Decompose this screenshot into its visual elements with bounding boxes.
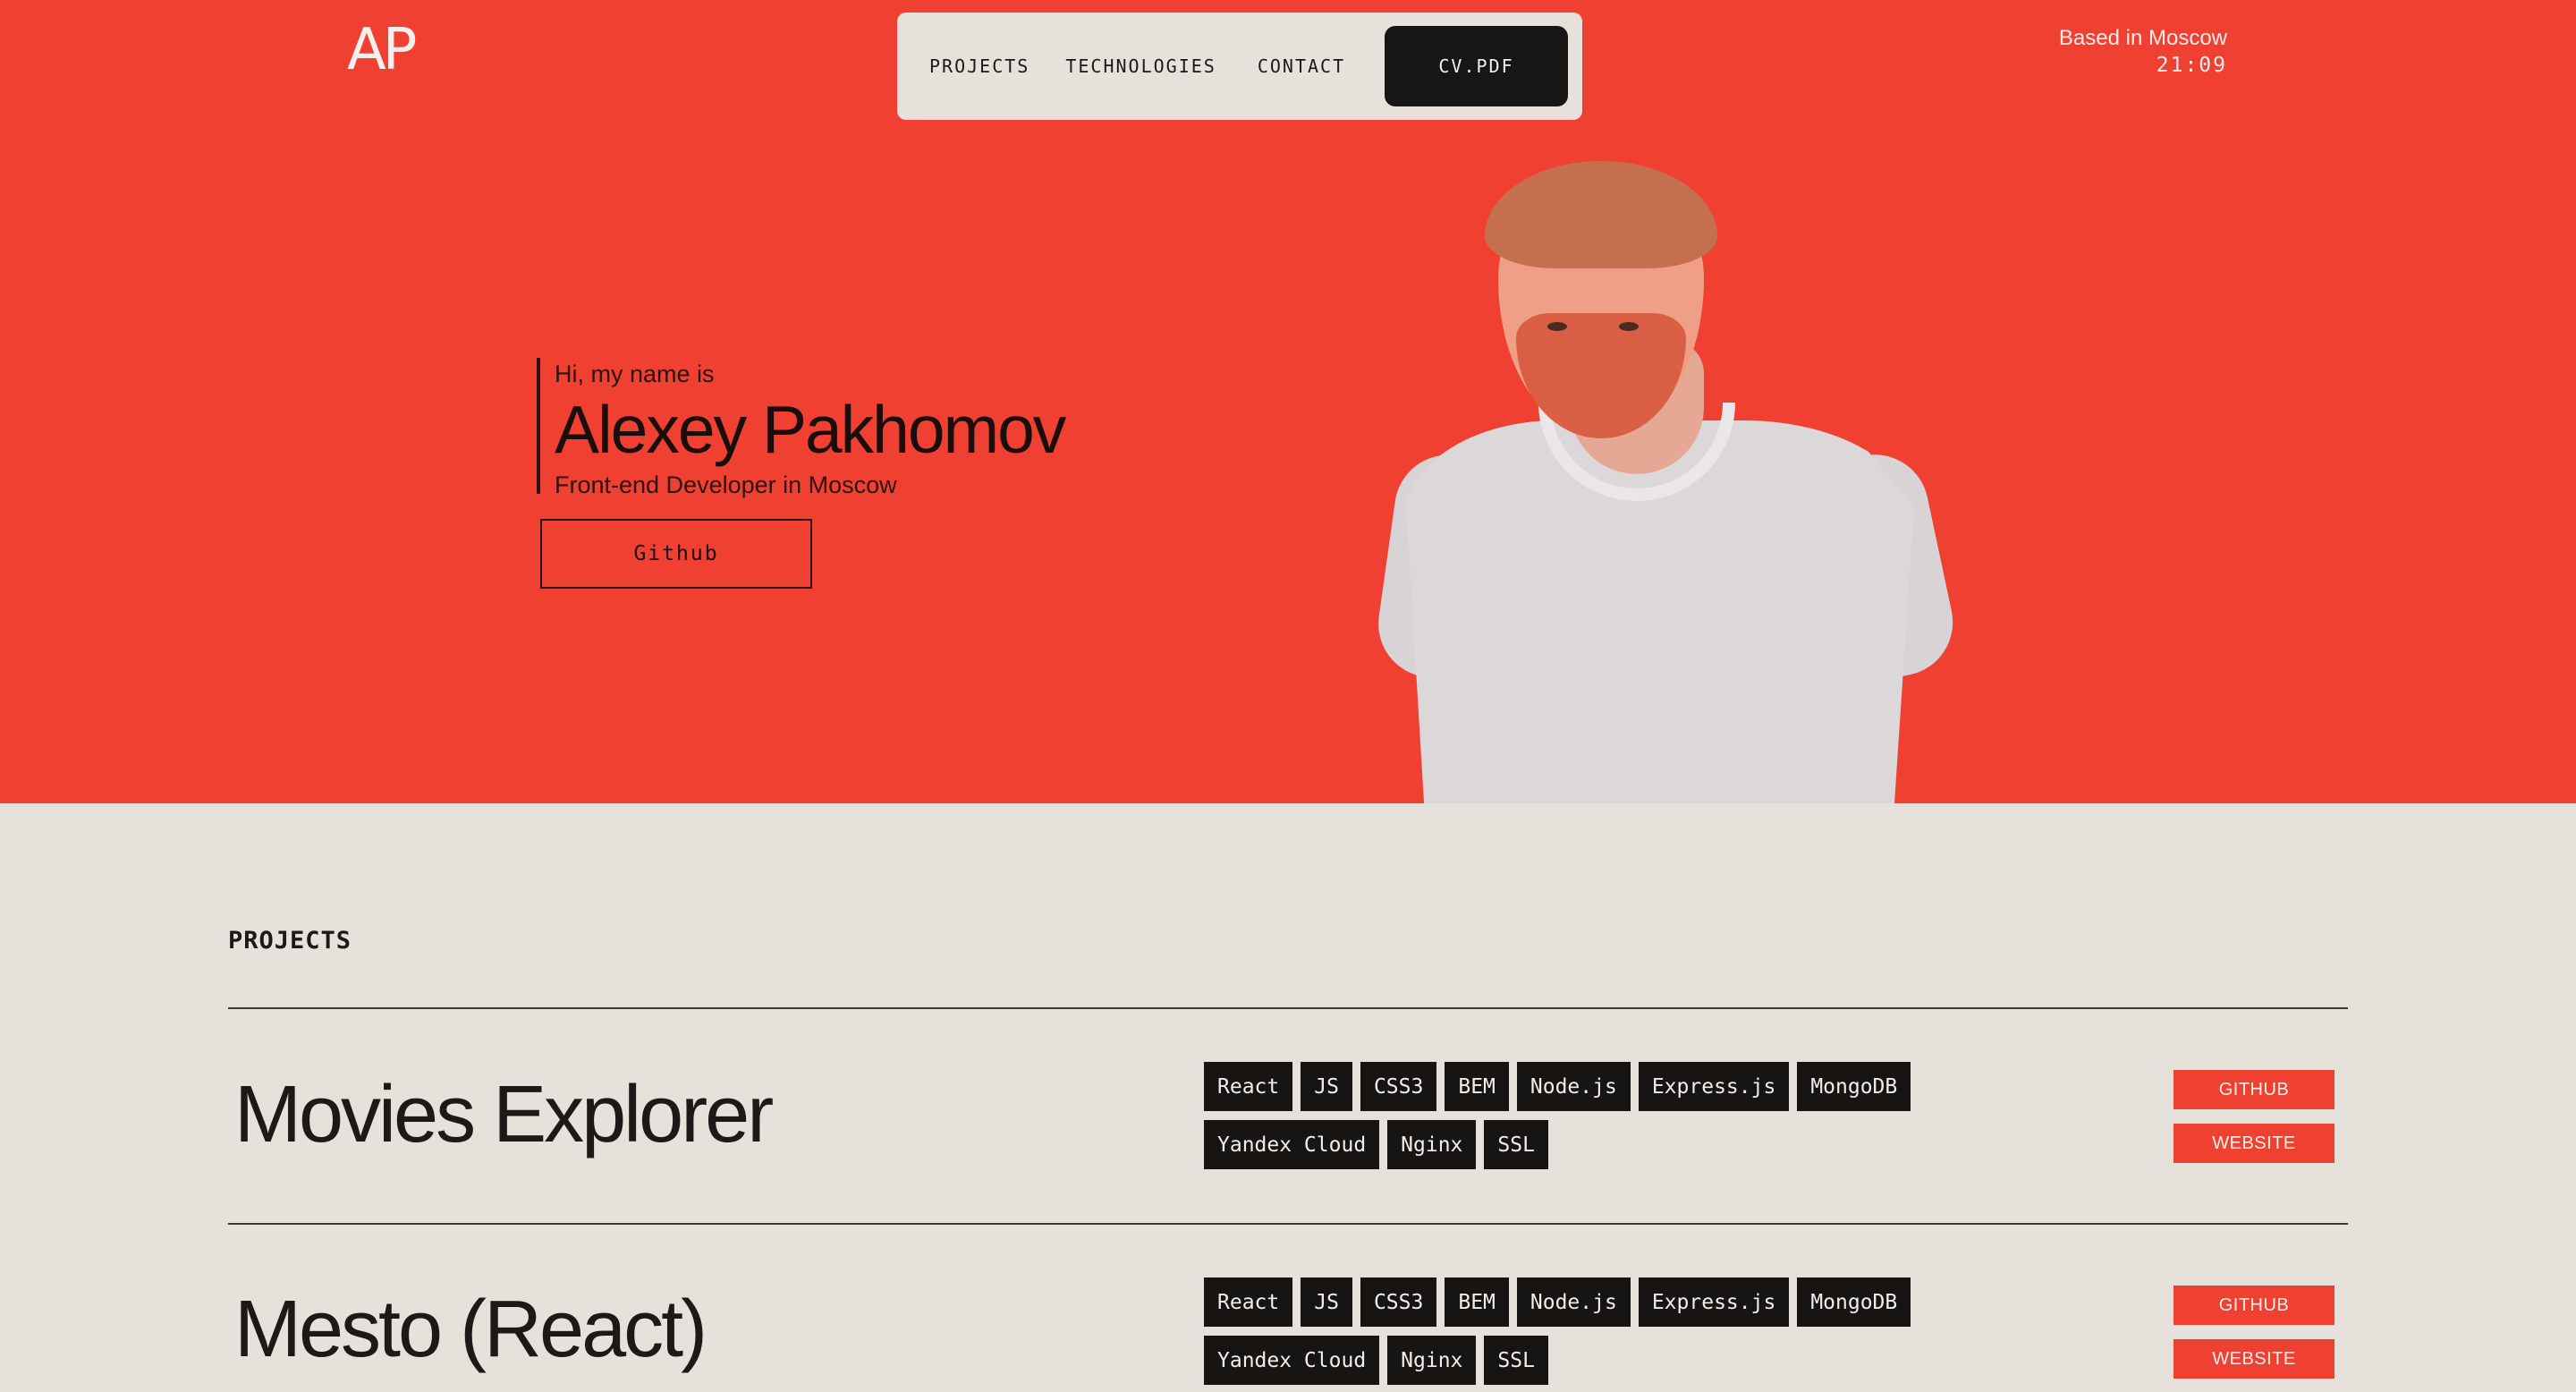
project-github-button[interactable]: GITHUB [2174,1070,2334,1109]
project-website-button[interactable]: WEBSITE [2174,1124,2334,1163]
tech-tag: React [1204,1062,1293,1111]
tech-tag: React [1204,1277,1293,1327]
location-text: Based in Moscow [2058,26,2227,50]
github-button[interactable]: Github [540,519,812,589]
project-tags: React JS CSS3 BEM Node.js Express.js Mon… [1204,1277,2009,1385]
tech-tag: BEM [1445,1062,1509,1111]
tech-tag: Express.js [1638,1062,1790,1111]
project-title: Mesto (React) [234,1285,708,1374]
tech-tag: MongoDB [1797,1062,1911,1111]
main-nav: PROJECTS TECHNOLOGIES CONTACT CV.PDF [897,13,1582,120]
tech-tag: BEM [1445,1277,1509,1327]
project-tags: React JS CSS3 BEM Node.js Express.js Mon… [1204,1062,2009,1169]
nav-contact[interactable]: CONTACT [1258,55,1345,77]
projects-heading: PROJECTS [228,927,352,955]
portrait-eye-left [1547,322,1567,331]
greeting-text: Hi, my name is [555,361,715,387]
tech-tag: Express.js [1638,1277,1790,1327]
divider [228,1223,2348,1225]
portrait-eye-right [1619,322,1639,331]
project-website-button[interactable]: WEBSITE [2174,1339,2334,1379]
local-time: 21:09 [2156,54,2227,77]
tech-tag: Nginx [1387,1336,1477,1385]
tech-tag: SSL [1484,1336,1548,1385]
hero-section: AP PROJECTS TECHNOLOGIES CONTACT CV.PDF … [0,0,2576,803]
portrait-photo [1371,161,1963,803]
person-role: Front-end Developer in Moscow [555,471,897,498]
portrait-hair [1485,161,1717,268]
person-name: Alexey Pakhomov [555,392,1066,467]
tech-tag: CSS3 [1360,1277,1437,1327]
project-github-button[interactable]: GITHUB [2174,1286,2334,1325]
tech-tag: CSS3 [1360,1062,1437,1111]
tech-tag: Yandex Cloud [1204,1336,1380,1385]
tech-tag: Node.js [1516,1062,1631,1111]
project-title: Movies Explorer [234,1070,774,1159]
tech-tag: MongoDB [1797,1277,1911,1327]
location-block: Based in Moscow 21:09 [2059,25,2227,79]
tech-tag: Yandex Cloud [1204,1120,1380,1169]
cv-download-button[interactable]: CV.PDF [1385,26,1568,106]
divider [228,1007,2348,1009]
tech-tag: Node.js [1516,1277,1631,1327]
tech-tag: JS [1301,1062,1352,1111]
nav-projects[interactable]: PROJECTS [929,55,1030,77]
tech-tag: Nginx [1387,1120,1477,1169]
tech-tag: JS [1301,1277,1352,1327]
tech-tag: SSL [1484,1120,1548,1169]
nav-technologies[interactable]: TECHNOLOGIES [1065,55,1216,77]
site-logo[interactable]: AP [347,21,417,79]
intro-block: Hi, my name is Alexey Pakhomov Front-end… [537,358,1066,498]
